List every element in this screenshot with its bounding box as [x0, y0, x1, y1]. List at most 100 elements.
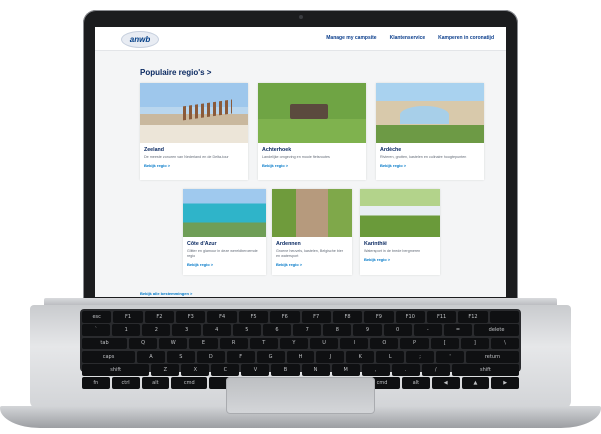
key[interactable]: alt [141, 377, 170, 390]
region-card-zeeland[interactable]: Zeeland De meeste zonuren van Nederland … [140, 83, 248, 180]
key[interactable]: caps [82, 350, 136, 363]
keyboard-row: shift Z X C V B N M , . / shift [82, 364, 520, 376]
key[interactable]: M [331, 364, 360, 376]
top-nav: Manage my campsite Klantenservice Kamper… [326, 35, 494, 41]
key[interactable]: G [256, 350, 285, 363]
key[interactable]: ctrl [111, 377, 140, 390]
key[interactable]: K [346, 350, 375, 363]
key[interactable]: 0 [383, 324, 412, 337]
trackpad[interactable] [226, 377, 375, 414]
key[interactable]: W [159, 337, 188, 350]
key[interactable]: F11 [426, 311, 457, 323]
key[interactable]: U [309, 337, 339, 350]
key[interactable]: ' [436, 350, 464, 363]
key[interactable]: 5 [232, 324, 261, 337]
card-title: Ardennen [276, 241, 301, 247]
key[interactable]: E [189, 337, 218, 350]
key[interactable]: F1 [113, 311, 143, 323]
key[interactable]: / [421, 364, 450, 376]
key[interactable]: C [211, 364, 240, 376]
key[interactable]: \ [490, 337, 520, 350]
key[interactable]: tab [82, 337, 128, 350]
arrow-up-down-key[interactable]: ▲ [461, 377, 490, 390]
card-link[interactable]: Bekijk regio > [276, 262, 348, 267]
card-link[interactable]: Bekijk regio > [187, 262, 262, 267]
all-destinations-link[interactable]: Bekijk alle bestemmingen > [140, 291, 192, 296]
key[interactable]: O [370, 337, 399, 350]
key[interactable]: I [340, 337, 369, 350]
key[interactable]: F9 [364, 311, 394, 323]
key[interactable]: 8 [323, 324, 352, 337]
card-link[interactable]: Bekijk regio > [262, 163, 362, 168]
key[interactable]: F5 [238, 311, 269, 323]
key[interactable]: B [271, 364, 300, 376]
key[interactable]: T [249, 337, 278, 350]
keyboard-row: ` 1 2 3 4 5 6 7 8 9 0 - = delete [82, 324, 520, 337]
arrow-left-key[interactable]: ◀ [431, 377, 460, 390]
key[interactable]: 2 [142, 324, 171, 337]
key[interactable]: F12 [458, 311, 488, 323]
key[interactable]: P [400, 337, 429, 350]
section-title[interactable]: Populaire regio's > [140, 68, 211, 77]
key[interactable]: Z [151, 364, 180, 376]
key[interactable]: D [196, 350, 225, 363]
key[interactable]: H [286, 350, 315, 363]
key[interactable]: 6 [262, 324, 292, 337]
key[interactable]: - [413, 324, 442, 337]
region-card-karinthie[interactable]: Karinthië Watersport in de brede bergmer… [360, 189, 440, 275]
key[interactable]: , [361, 364, 390, 376]
card-link[interactable]: Bekijk regio > [144, 163, 244, 168]
key[interactable]: ; [406, 350, 435, 363]
card-link[interactable]: Bekijk regio > [364, 257, 436, 262]
key[interactable]: F7 [301, 311, 331, 323]
card-link[interactable]: Bekijk regio > [380, 163, 480, 168]
key[interactable]: return [465, 350, 519, 363]
key[interactable]: [ [430, 337, 459, 350]
key[interactable]: A [137, 350, 165, 363]
region-card-ardeche[interactable]: Ardèche Rivieren, grotten, kastelen en c… [376, 83, 484, 180]
region-card-achterhoek[interactable]: Achterhoek Landelijke omgeving en mooie … [258, 83, 366, 180]
key[interactable]: alt [402, 377, 430, 390]
key[interactable]: F10 [395, 311, 425, 323]
anwb-logo[interactable]: anwb [121, 31, 159, 48]
key[interactable]: 3 [172, 324, 201, 337]
key[interactable]: L [376, 350, 405, 363]
key[interactable]: shift [451, 364, 520, 376]
key[interactable]: shift [82, 364, 150, 376]
key[interactable]: N [301, 364, 330, 376]
key[interactable]: F6 [270, 311, 300, 323]
arrow-right-key[interactable]: ▶ [491, 377, 520, 390]
key[interactable]: V [241, 364, 270, 376]
key[interactable]: F8 [332, 311, 363, 323]
key[interactable]: 9 [353, 324, 382, 337]
key[interactable]: R [219, 337, 248, 350]
key[interactable]: X [181, 364, 210, 376]
key[interactable]: = [443, 324, 473, 337]
key[interactable]: F3 [176, 311, 206, 323]
key[interactable]: J [316, 350, 345, 363]
key[interactable]: esc [82, 311, 112, 323]
key[interactable]: F2 [144, 311, 175, 323]
key[interactable]: delete [474, 324, 520, 337]
key[interactable]: 1 [112, 324, 141, 337]
key[interactable]: 7 [293, 324, 322, 337]
keyboard-row: esc F1 F2 F3 F4 F5 F6 F7 F8 F9 F10 F11 F… [82, 311, 520, 323]
key[interactable]: . [391, 364, 420, 376]
key[interactable]: F [226, 350, 255, 363]
region-card-ardennen[interactable]: Ardennen Groene heuvels, kastelen, Belgi… [272, 189, 352, 275]
key[interactable]: ` [82, 324, 111, 337]
nav-klantenservice[interactable]: Klantenservice [390, 35, 426, 41]
key[interactable]: Q [129, 337, 158, 350]
key[interactable]: Y [279, 337, 308, 350]
key[interactable]: 4 [202, 324, 231, 337]
key[interactable]: S [166, 350, 195, 363]
key[interactable] [489, 311, 520, 323]
key[interactable]: F4 [207, 311, 237, 323]
key[interactable]: cmd [171, 377, 208, 390]
region-card-cote-dazur[interactable]: Côte d'Azur Glitter en glamour in deze w… [183, 189, 266, 275]
nav-manage-campsite[interactable]: Manage my campsite [326, 35, 376, 41]
key[interactable]: fn [82, 377, 110, 390]
site-header: anwb Manage my campsite Klantenservice K… [95, 27, 506, 51]
nav-kamperen-corona[interactable]: Kamperen in coronatijd [438, 35, 494, 41]
key[interactable]: ] [460, 337, 489, 350]
